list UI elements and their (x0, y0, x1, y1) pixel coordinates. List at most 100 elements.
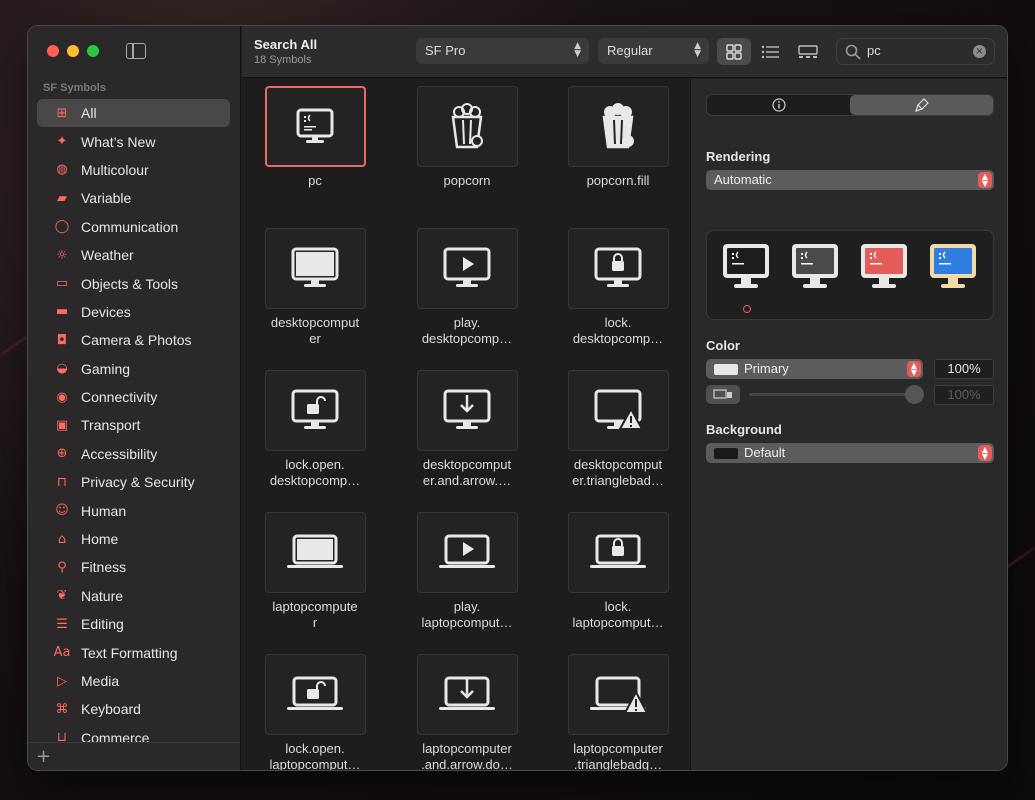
rendering-popup[interactable]: Automatic ▲ ▼ (706, 170, 994, 190)
symbol-laptop-icon[interactable] (264, 512, 366, 593)
rendering-mode-monochrome[interactable] (721, 242, 771, 294)
sidebar-item-nature[interactable]: ❦ Nature (37, 582, 230, 610)
symbol-name: laptopcompute r (272, 599, 358, 630)
symbol-desktop-lock-icon[interactable] (567, 228, 669, 309)
symbol-cell[interactable]: play. desktopcomp… (391, 228, 543, 347)
secondary-opacity-field[interactable]: 100% (934, 385, 994, 405)
search-input[interactable] (867, 43, 967, 58)
symbol-pc-icon[interactable] (264, 86, 366, 167)
symbol-cell[interactable]: laptopcomputer .trianglebadg… (542, 654, 689, 770)
display-icon: ▬ (55, 304, 69, 320)
gallery-view-button[interactable] (791, 38, 825, 65)
tab-customize[interactable] (850, 95, 993, 115)
grid-icon (726, 43, 742, 60)
tab-info[interactable] (707, 95, 850, 115)
sidebar-item-multicolour[interactable]: ◍ Multicolour (37, 156, 230, 184)
zoom-button[interactable] (87, 45, 99, 57)
clear-search-icon[interactable]: × (973, 45, 986, 58)
sidebar-item-camera-photos[interactable]: ◘ Camera & Photos (37, 326, 230, 354)
sidebar-item-label: Text Formatting (81, 644, 178, 661)
sidebar-item-editing[interactable]: ☰ Editing (37, 610, 230, 638)
symbol-cell[interactable]: lock.open. laptopcomput… (242, 654, 391, 770)
sidebar-item-objects-tools[interactable]: ▭ Objects & Tools (37, 269, 230, 297)
sidebar-item-communication[interactable]: ◯ Communication (37, 213, 230, 241)
figure-run-icon: ⚲ (57, 559, 67, 575)
sidebar-item-all[interactable]: ⊞ All (37, 99, 230, 128)
symbol-cell[interactable]: desktopcomput er (242, 228, 391, 347)
sidebar-item-media[interactable]: ▷ Media (37, 667, 230, 695)
sidebar-item-privacy-security[interactable]: ⊓ Privacy & Security (37, 468, 230, 496)
sidebar-item-weather[interactable]: ☼ Weather (37, 241, 230, 269)
font-popup[interactable]: SF Pro ▲ ▼ (416, 38, 589, 64)
symbol-cell[interactable]: desktopcomput er.trianglebad… (542, 370, 689, 489)
secondary-color-well[interactable] (706, 385, 740, 404)
sidebar-item-variable[interactable]: ▰ Variable (37, 184, 230, 212)
symbol-desktop-warn-icon[interactable] (567, 370, 669, 451)
sidebar-item-label: Accessibility (81, 445, 158, 462)
symbol-desktop-unlock-icon[interactable] (264, 370, 366, 451)
sidebar-item-what-s-new[interactable]: ✦ What’s New (37, 127, 230, 155)
rendering-mode-hierarchical[interactable] (790, 242, 840, 294)
chevron-updown-icon: ▲ ▼ (978, 172, 992, 188)
opacity-slider-knob[interactable] (905, 385, 924, 404)
close-button[interactable] (47, 45, 59, 57)
sun-haze-icon: ☼ (56, 247, 68, 263)
variable-icon: ▰ (57, 190, 67, 206)
sidebar-item-home[interactable]: ⌂ Home (37, 525, 230, 553)
background-popup[interactable]: Default ▲ ▼ (706, 443, 994, 463)
symbol-cell[interactable]: play. laptopcomput… (391, 512, 543, 631)
background-value: Default (744, 445, 786, 460)
symbol-cell[interactable]: laptopcomputer .and.arrow.do… (391, 654, 543, 770)
search-field[interactable]: × (836, 38, 995, 65)
accessibility-icon: ⊕ (56, 446, 68, 462)
sidebar-item-transport[interactable]: ▣ Transport (37, 411, 230, 439)
sidebar-toggle-icon[interactable] (126, 43, 146, 59)
list-icon (761, 45, 779, 58)
sidebar-item-accessibility[interactable]: ⊕ Accessibility (37, 440, 230, 468)
opacity-slider-track[interactable] (749, 393, 911, 396)
weight-popup[interactable]: Regular ▲ ▼ (598, 38, 709, 64)
sidebar-footer: + (28, 742, 240, 770)
sidebar-item-human[interactable]: ☺ Human (37, 496, 230, 524)
sidebar-item-label: Multicolour (81, 161, 149, 178)
sliders-icon: ☰ (56, 616, 68, 632)
symbol-cell[interactable]: desktopcomput er.and.arrow.… (391, 370, 543, 489)
sidebar-item-devices[interactable]: ▬ Devices (37, 298, 230, 326)
symbol-cell[interactable]: lock. desktopcomp… (542, 228, 689, 347)
color-opacity-field[interactable]: 100% (934, 359, 994, 379)
sidebar-item-fitness[interactable]: ⚲ Fitness (37, 553, 230, 581)
rendering-mode-palette[interactable] (859, 242, 909, 294)
symbol-popcorn-icon[interactable] (416, 86, 518, 167)
symbol-desktop-play-icon[interactable] (416, 228, 518, 309)
symbol-cell[interactable]: laptopcompute r (242, 512, 391, 631)
sidebar-item-keyboard[interactable]: ⌘ Keyboard (37, 695, 230, 723)
sidebar-item-connectivity[interactable]: ◉ Connectivity (37, 383, 230, 411)
color-popup[interactable]: Primary ▲ ▼ (706, 359, 923, 379)
color-value: Primary (744, 361, 789, 376)
symbol-laptop-lock-icon[interactable] (567, 512, 669, 593)
symbol-desktop-icon[interactable] (264, 228, 366, 309)
rendering-mode-multicolor[interactable] (928, 242, 978, 294)
sidebar-item-label: Communication (81, 218, 179, 235)
rendering-value: Automatic (714, 172, 772, 187)
grid-view-button[interactable] (717, 38, 751, 65)
add-collection-button[interactable]: + (36, 746, 51, 767)
chevron-updown-icon: ▲ ▼ (574, 41, 581, 59)
symbol-cell[interactable]: popcorn (391, 86, 543, 189)
symbol-popcorn-fill-icon[interactable] (567, 86, 669, 167)
sidebar-item-text-formatting[interactable]: Aa Text Formatting (37, 638, 230, 666)
minimize-button[interactable] (67, 45, 79, 57)
symbol-laptop-arrow-icon[interactable] (416, 654, 518, 735)
symbol-cell[interactable]: popcorn.fill (542, 86, 689, 189)
symbol-laptop-unlock-icon[interactable] (264, 654, 366, 735)
symbol-cell[interactable]: lock.open. desktopcomp… (242, 370, 391, 489)
symbol-cell[interactable]: pc (242, 86, 391, 189)
symbol-cell[interactable]: lock. laptopcomput… (542, 512, 689, 631)
list-view-button[interactable] (753, 38, 787, 65)
symbol-laptop-warn-icon[interactable] (567, 654, 669, 735)
sidebar-item-label: Human (81, 502, 127, 519)
symbol-name: play. laptopcomput… (421, 599, 513, 630)
sidebar-item-gaming[interactable]: ◒ Gaming (37, 355, 230, 383)
symbol-laptop-play-icon[interactable] (416, 512, 518, 593)
symbol-desktop-arrow-icon[interactable] (416, 370, 518, 451)
